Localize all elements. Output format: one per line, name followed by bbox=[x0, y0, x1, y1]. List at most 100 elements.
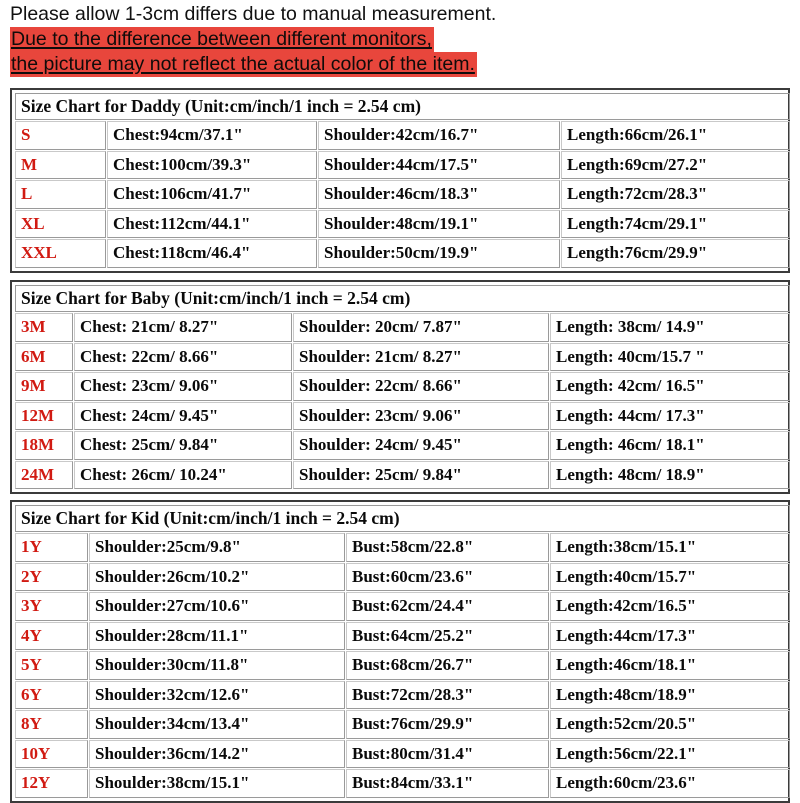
length-value: Length:44cm/17.3" bbox=[550, 621, 791, 650]
shoulder-value: Shoulder:42cm/16.7" bbox=[318, 121, 560, 150]
length-value: Length:48cm/18.9" bbox=[550, 680, 791, 709]
shoulder-value: Shoulder:48cm/19.1" bbox=[318, 209, 560, 238]
shoulder-value: Shoulder:30cm/11.8" bbox=[89, 651, 345, 680]
bust-value: Bust:58cm/22.8" bbox=[346, 533, 549, 562]
shoulder-value: Shoulder:27cm/10.6" bbox=[89, 592, 345, 621]
bust-value: Bust:76cm/29.9" bbox=[346, 710, 549, 739]
length-value: Length: 42cm/ 16.5" bbox=[550, 372, 791, 401]
length-value: Length:69cm/27.2" bbox=[561, 150, 791, 179]
size-label: 18M bbox=[15, 431, 73, 460]
chest-value: Chest:118cm/46.4" bbox=[107, 239, 317, 268]
length-value: Length: 40cm/15.7 " bbox=[550, 342, 791, 371]
shoulder-value: Shoulder:36cm/14.2" bbox=[89, 739, 345, 768]
size-table-daddy-grid: Size Chart for Daddy (Unit:cm/inch/1 inc… bbox=[14, 92, 791, 269]
length-value: Length: 46cm/ 18.1" bbox=[550, 431, 791, 460]
length-value: Length: 48cm/ 18.9" bbox=[550, 460, 791, 489]
notice-line-measurement: Please allow 1-3cm differs due to manual… bbox=[10, 2, 790, 27]
shoulder-value: Shoulder:38cm/15.1" bbox=[89, 769, 345, 798]
length-value: Length:52cm/20.5" bbox=[550, 710, 791, 739]
chest-value: Chest: 26cm/ 10.24" bbox=[74, 460, 292, 489]
table-row: L Chest:106cm/41.7" Shoulder:46cm/18.3" … bbox=[15, 180, 791, 209]
bust-value: Bust:64cm/25.2" bbox=[346, 621, 549, 650]
notice-line-monitor-2: the picture may not reflect the actual c… bbox=[10, 52, 790, 77]
table-row: M Chest:100cm/39.3" Shoulder:44cm/17.5" … bbox=[15, 150, 791, 179]
shoulder-value: Shoulder: 25cm/ 9.84" bbox=[293, 460, 549, 489]
chest-value: Chest:112cm/44.1" bbox=[107, 209, 317, 238]
size-label: 9M bbox=[15, 372, 73, 401]
bust-value: Bust:68cm/26.7" bbox=[346, 651, 549, 680]
table-row: 2Y Shoulder:26cm/10.2" Bust:60cm/23.6" L… bbox=[15, 562, 791, 591]
bust-value: Bust:80cm/31.4" bbox=[346, 739, 549, 768]
chest-value: Chest: 21cm/ 8.27" bbox=[74, 313, 292, 342]
shoulder-value: Shoulder: 23cm/ 9.06" bbox=[293, 401, 549, 430]
table-row: 24M Chest: 26cm/ 10.24" Shoulder: 25cm/ … bbox=[15, 460, 791, 489]
chest-value: Chest:106cm/41.7" bbox=[107, 180, 317, 209]
size-label: 1Y bbox=[15, 533, 88, 562]
size-label: 3M bbox=[15, 313, 73, 342]
size-label: 12M bbox=[15, 401, 73, 430]
table-title-row: Size Chart for Daddy (Unit:cm/inch/1 inc… bbox=[15, 93, 791, 120]
bust-value: Bust:62cm/24.4" bbox=[346, 592, 549, 621]
size-label: 4Y bbox=[15, 621, 88, 650]
notice-text-1: Please allow 1-3cm differs due to manual… bbox=[10, 3, 497, 25]
table-row: XXL Chest:118cm/46.4" Shoulder:50cm/19.9… bbox=[15, 239, 791, 268]
size-table-baby-grid: Size Chart for Baby (Unit:cm/inch/1 inch… bbox=[14, 284, 791, 490]
notice-text-2: Due to the difference between different … bbox=[10, 27, 434, 52]
table-row: 6M Chest: 22cm/ 8.66" Shoulder: 21cm/ 8.… bbox=[15, 342, 791, 371]
length-value: Length:40cm/15.7" bbox=[550, 562, 791, 591]
size-label: L bbox=[15, 180, 106, 209]
shoulder-value: Shoulder:44cm/17.5" bbox=[318, 150, 560, 179]
table-title-baby: Size Chart for Baby (Unit:cm/inch/1 inch… bbox=[15, 285, 791, 312]
length-value: Length:74cm/29.1" bbox=[561, 209, 791, 238]
table-title-row: Size Chart for Kid (Unit:cm/inch/1 inch … bbox=[15, 505, 791, 532]
notice-text-3: the picture may not reflect the actual c… bbox=[10, 52, 477, 77]
length-value: Length:42cm/16.5" bbox=[550, 592, 791, 621]
table-row: 12M Chest: 24cm/ 9.45" Shoulder: 23cm/ 9… bbox=[15, 401, 791, 430]
length-value: Length: 44cm/ 17.3" bbox=[550, 401, 791, 430]
chest-value: Chest:94cm/37.1" bbox=[107, 121, 317, 150]
table-row: 8Y Shoulder:34cm/13.4" Bust:76cm/29.9" L… bbox=[15, 710, 791, 739]
shoulder-value: Shoulder: 20cm/ 7.87" bbox=[293, 313, 549, 342]
table-row: 6Y Shoulder:32cm/12.6" Bust:72cm/28.3" L… bbox=[15, 680, 791, 709]
chest-value: Chest: 24cm/ 9.45" bbox=[74, 401, 292, 430]
length-value: Length:56cm/22.1" bbox=[550, 739, 791, 768]
length-value: Length:46cm/18.1" bbox=[550, 651, 791, 680]
size-table-kid: Size Chart for Kid (Unit:cm/inch/1 inch … bbox=[10, 500, 791, 803]
length-value: Length:76cm/29.9" bbox=[561, 239, 791, 268]
shoulder-value: Shoulder:32cm/12.6" bbox=[89, 680, 345, 709]
bust-value: Bust:72cm/28.3" bbox=[346, 680, 549, 709]
size-label: XL bbox=[15, 209, 106, 238]
measurement-notice: Please allow 1-3cm differs due to manual… bbox=[10, 2, 790, 77]
size-label: 5Y bbox=[15, 651, 88, 680]
length-value: Length: 38cm/ 14.9" bbox=[550, 313, 791, 342]
size-label: 10Y bbox=[15, 739, 88, 768]
size-label: 8Y bbox=[15, 710, 88, 739]
shoulder-value: Shoulder: 22cm/ 8.66" bbox=[293, 372, 549, 401]
shoulder-value: Shoulder: 21cm/ 8.27" bbox=[293, 342, 549, 371]
size-label: 24M bbox=[15, 460, 73, 489]
chest-value: Chest: 23cm/ 9.06" bbox=[74, 372, 292, 401]
length-value: Length:38cm/15.1" bbox=[550, 533, 791, 562]
size-label: S bbox=[15, 121, 106, 150]
size-label: 2Y bbox=[15, 562, 88, 591]
table-row: 1Y Shoulder:25cm/9.8" Bust:58cm/22.8" Le… bbox=[15, 533, 791, 562]
shoulder-value: Shoulder:25cm/9.8" bbox=[89, 533, 345, 562]
size-label: 6Y bbox=[15, 680, 88, 709]
shoulder-value: Shoulder:50cm/19.9" bbox=[318, 239, 560, 268]
size-label: 6M bbox=[15, 342, 73, 371]
notice-line-monitor-1: Due to the difference between different … bbox=[10, 27, 790, 52]
size-label: XXL bbox=[15, 239, 106, 268]
table-row: 3Y Shoulder:27cm/10.6" Bust:62cm/24.4" L… bbox=[15, 592, 791, 621]
table-row: 5Y Shoulder:30cm/11.8" Bust:68cm/26.7" L… bbox=[15, 651, 791, 680]
table-title-row: Size Chart for Baby (Unit:cm/inch/1 inch… bbox=[15, 285, 791, 312]
shoulder-value: Shoulder:34cm/13.4" bbox=[89, 710, 345, 739]
bust-value: Bust:84cm/33.1" bbox=[346, 769, 549, 798]
shoulder-value: Shoulder:28cm/11.1" bbox=[89, 621, 345, 650]
table-title-daddy: Size Chart for Daddy (Unit:cm/inch/1 inc… bbox=[15, 93, 791, 120]
chest-value: Chest:100cm/39.3" bbox=[107, 150, 317, 179]
table-row: 18M Chest: 25cm/ 9.84" Shoulder: 24cm/ 9… bbox=[15, 431, 791, 460]
table-row: 12Y Shoulder:38cm/15.1" Bust:84cm/33.1" … bbox=[15, 769, 791, 798]
table-row: 3M Chest: 21cm/ 8.27" Shoulder: 20cm/ 7.… bbox=[15, 313, 791, 342]
bust-value: Bust:60cm/23.6" bbox=[346, 562, 549, 591]
chest-value: Chest: 22cm/ 8.66" bbox=[74, 342, 292, 371]
